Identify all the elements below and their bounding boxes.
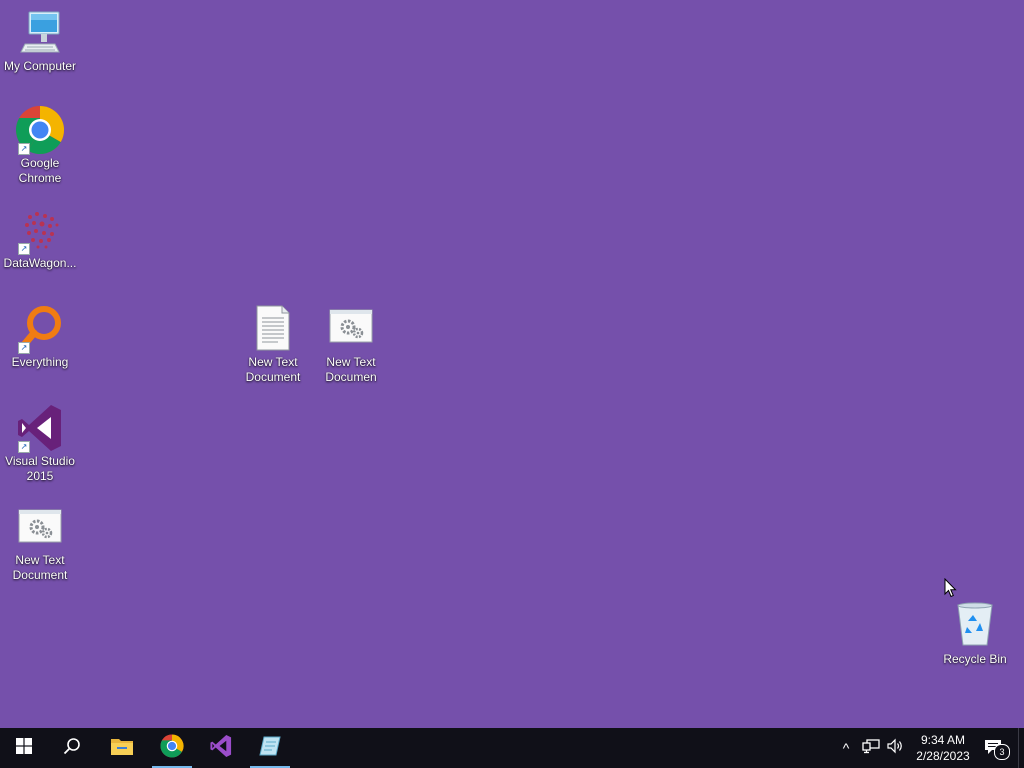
volume-icon — [886, 738, 904, 759]
executable-gear-icon — [326, 304, 376, 354]
desktop-icon-label: New Text Documen — [325, 355, 377, 384]
chrome-icon: ↗ — [15, 105, 65, 155]
clock-date: 2/28/2023 — [916, 749, 970, 763]
clock[interactable]: 9:34 AM 2/28/2023 — [908, 732, 978, 764]
start-button[interactable] — [0, 728, 48, 768]
taskbar-app[interactable] — [246, 728, 294, 768]
show-desktop-button[interactable] — [1018, 728, 1024, 768]
desktop-icon-datawagon[interactable]: ↗ DataWagon... — [0, 205, 80, 271]
search-button[interactable] — [48, 728, 96, 768]
mouse-pointer-icon — [944, 577, 958, 598]
desktop-icon-new-text-documen[interactable]: New Text Documen — [311, 304, 391, 385]
desktop[interactable]: My Computer ↗ Google Chrome ↗ DataWagon.… — [0, 0, 1024, 728]
datawagon-icon: ↗ — [15, 205, 65, 255]
shortcut-arrow-icon: ↗ — [18, 143, 30, 155]
desktop-icon-label: Visual Studio 2015 — [5, 454, 75, 483]
taskbar-google-chrome[interactable] — [148, 728, 196, 768]
visual-studio-icon: ↗ — [15, 403, 65, 453]
network-button[interactable] — [860, 728, 882, 768]
visual-studio-icon — [209, 734, 233, 763]
search-icon — [63, 737, 81, 760]
desktop-icon-label: My Computer — [3, 59, 77, 73]
recycle-bin-icon — [950, 601, 1000, 651]
volume-button[interactable] — [884, 728, 906, 768]
notification-icon: 3 — [984, 739, 1010, 760]
everything-search-icon: ↗ — [15, 304, 65, 354]
desktop-icon-everything[interactable]: ↗ Everything — [0, 304, 80, 370]
action-center-button[interactable]: 3 — [978, 728, 1010, 768]
desktop-icon-new-text-document[interactable]: New Text Document — [0, 502, 80, 583]
desktop-icon-label: Everything — [11, 355, 69, 369]
text-file-icon — [248, 304, 298, 354]
network-icon — [862, 738, 880, 759]
chrome-icon — [160, 733, 184, 763]
computer-icon — [15, 8, 65, 58]
shortcut-arrow-icon: ↗ — [18, 243, 30, 255]
taskbar-visual-studio[interactable] — [197, 728, 245, 768]
desktop-icon-recycle-bin[interactable]: Recycle Bin — [935, 601, 1015, 667]
shortcut-arrow-icon: ↗ — [18, 342, 30, 354]
notification-count-badge: 3 — [994, 744, 1010, 760]
desktop-icon-label: New Text Document — [245, 355, 301, 384]
desktop-icon-google-chrome[interactable]: ↗ Google Chrome — [0, 105, 80, 186]
desktop-icon-new-text-document-2[interactable]: New Text Document — [233, 304, 313, 385]
clock-time: 9:34 AM — [920, 733, 966, 747]
desktop-icon-label: Recycle Bin — [943, 652, 1007, 666]
shortcut-arrow-icon: ↗ — [18, 441, 30, 453]
taskbar: ^ 9:34 AM 2/28/2023 3 — [0, 728, 1024, 768]
executable-gear-icon — [15, 502, 65, 552]
chevron-up-icon: ^ — [842, 740, 850, 756]
desktop-icon-label: Google Chrome — [18, 156, 62, 185]
desktop-icon-my-computer[interactable]: My Computer — [0, 8, 80, 74]
folder-icon — [110, 736, 134, 761]
tray-overflow-button[interactable]: ^ — [836, 728, 856, 768]
taskbar-file-explorer[interactable] — [98, 728, 146, 768]
desktop-icon-label: New Text Document — [12, 553, 68, 582]
windows-logo-icon — [16, 737, 32, 759]
desktop-icon-visual-studio-2015[interactable]: ↗ Visual Studio 2015 — [0, 403, 80, 484]
desktop-icon-label: DataWagon... — [3, 256, 77, 270]
app-icon — [258, 734, 282, 763]
